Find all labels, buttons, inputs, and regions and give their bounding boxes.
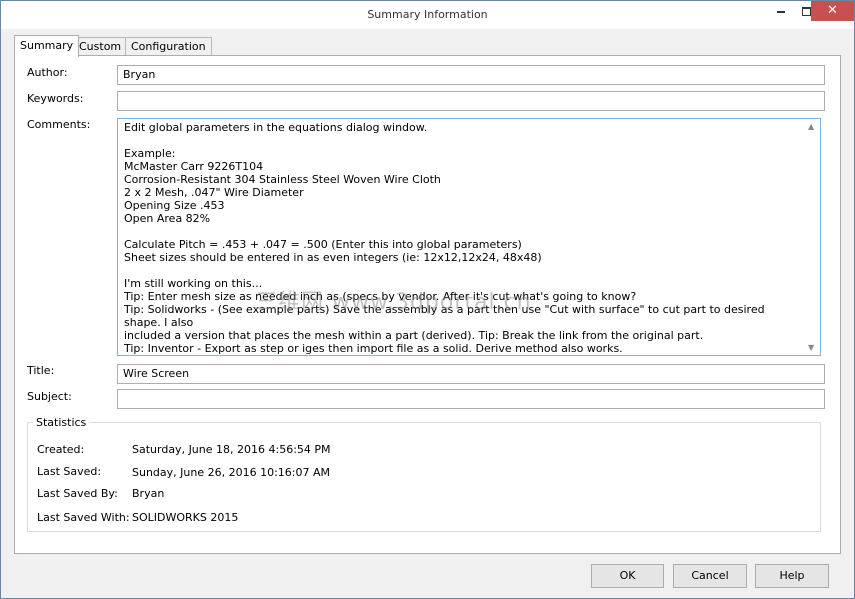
subject-label: Subject:: [27, 390, 72, 403]
keywords-label: Keywords:: [27, 92, 84, 105]
comments-scrollbar[interactable]: ▲ ▼: [804, 119, 820, 355]
minimize-icon: [777, 10, 785, 13]
comments-text[interactable]: Edit global parameters in the equations …: [124, 121, 804, 355]
tab-custom[interactable]: Custom: [73, 37, 128, 56]
last-saved-with-label: Last Saved With:: [37, 511, 130, 524]
comments-textarea[interactable]: Edit global parameters in the equations …: [117, 118, 821, 356]
title-bar[interactable]: Summary Information ✕: [1, 1, 854, 29]
statistics-heading: Statistics: [33, 416, 90, 429]
cancel-button[interactable]: Cancel: [673, 564, 747, 588]
scroll-down-icon[interactable]: ▼: [808, 343, 814, 352]
created-label: Created:: [37, 443, 85, 456]
created-value: Saturday, June 18, 2016 4:56:54 PM: [132, 443, 331, 456]
tab-summary[interactable]: Summary: [14, 35, 80, 57]
minimize-button[interactable]: [767, 1, 795, 21]
ok-button[interactable]: OK: [591, 564, 664, 588]
maximize-icon: [801, 7, 811, 16]
tab-configuration-specific[interactable]: Configuration Specific: [125, 37, 212, 70]
watermark-logo: 三维网 www.3dportal.cn: [255, 290, 532, 315]
last-saved-by-value: Bryan: [132, 487, 165, 500]
title-label: Title:: [27, 364, 55, 377]
close-button[interactable]: ✕: [811, 1, 854, 21]
title-field[interactable]: Wire Screen: [117, 364, 825, 384]
last-saved-label: Last Saved:: [37, 465, 102, 478]
author-label: Author:: [27, 66, 68, 79]
last-saved-value: Sunday, June 26, 2016 10:16:07 AM: [132, 466, 330, 479]
window-title: Summary Information: [367, 8, 488, 21]
help-button[interactable]: Help: [755, 564, 829, 588]
last-saved-by-label: Last Saved By:: [37, 487, 118, 500]
scroll-up-icon[interactable]: ▲: [808, 122, 814, 131]
last-saved-with-value: SOLIDWORKS 2015: [132, 511, 239, 524]
author-field[interactable]: Bryan: [117, 65, 825, 85]
subject-field[interactable]: [117, 389, 825, 409]
keywords-field[interactable]: [117, 91, 825, 111]
close-icon: ✕: [827, 3, 838, 18]
comments-label: Comments:: [27, 118, 91, 131]
